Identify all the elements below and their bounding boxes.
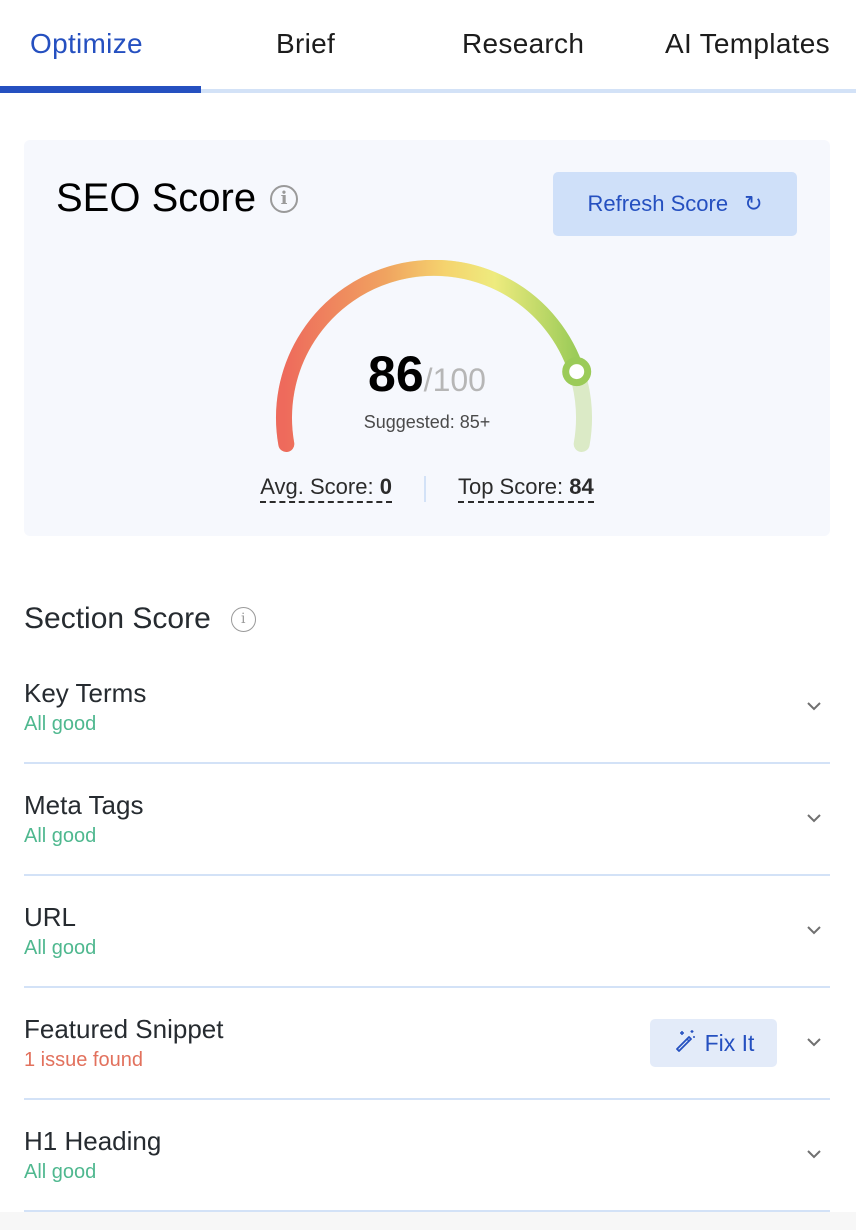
seo-score-card: SEO Score i Refresh Score ↻ 86/100 Sugge… <box>24 140 830 536</box>
section-name: H1 Heading <box>24 1126 162 1156</box>
stats-divider <box>423 475 426 502</box>
section-name: Meta Tags <box>24 790 144 820</box>
section-score-title: Section Score <box>24 602 211 635</box>
section-row-meta-tags[interactable]: Meta Tags All good <box>24 764 830 876</box>
info-icon[interactable]: i <box>230 606 256 632</box>
section-score-list: Key Terms All good Meta Tags All good UR… <box>24 652 830 1212</box>
section-status: All good <box>24 1161 97 1183</box>
refresh-score-button[interactable]: Refresh Score ↻ <box>553 172 797 236</box>
avg-score[interactable]: Avg. Score: 0 <box>260 474 392 503</box>
chevron-down-icon[interactable] <box>804 1032 824 1052</box>
score-value: 86 <box>368 346 424 402</box>
score-max: /100 <box>423 362 486 398</box>
magic-wand-icon <box>673 1028 697 1058</box>
refresh-icon: ↻ <box>744 191 763 217</box>
fix-it-label: Fix It <box>704 1029 755 1056</box>
chevron-down-icon[interactable] <box>804 920 824 940</box>
section-status: All good <box>24 937 97 959</box>
score-stats: Avg. Score: 0 Top Score: 84 <box>24 474 830 503</box>
active-tab-indicator <box>0 86 201 93</box>
section-status: All good <box>24 825 97 847</box>
section-status: 1 issue found <box>24 1049 143 1071</box>
fix-it-button[interactable]: Fix It <box>650 1019 777 1067</box>
tab-brief[interactable]: Brief <box>276 28 335 60</box>
tab-bar: Optimize Brief Research AI Templates <box>0 0 856 94</box>
section-row-url[interactable]: URL All good <box>24 876 830 988</box>
score-display: 86/100 <box>24 345 830 403</box>
chevron-down-icon[interactable] <box>804 808 824 828</box>
section-row-key-terms[interactable]: Key Terms All good <box>24 652 830 764</box>
avg-score-value: 0 <box>379 474 392 499</box>
top-score-label: Top Score: <box>457 474 570 499</box>
tab-ai-templates[interactable]: AI Templates <box>665 28 830 60</box>
chevron-down-icon[interactable] <box>804 1144 824 1164</box>
bottom-edge <box>0 1212 856 1230</box>
refresh-score-label: Refresh Score <box>587 191 729 216</box>
info-icon[interactable]: i <box>270 184 299 213</box>
seo-score-heading: SEO Score i <box>56 176 299 221</box>
section-name: URL <box>24 902 77 932</box>
chevron-down-icon[interactable] <box>804 696 824 716</box>
suggested-score: Suggested: 85+ <box>363 412 491 432</box>
tab-research[interactable]: Research <box>462 28 584 60</box>
avg-score-label: Avg. Score: <box>260 474 380 499</box>
seo-score-title: SEO Score <box>56 176 257 220</box>
section-status: All good <box>24 713 97 735</box>
section-row-featured-snippet[interactable]: Featured Snippet 1 issue found Fix It <box>24 988 830 1100</box>
section-name: Key Terms <box>24 678 147 708</box>
top-score-value: 84 <box>569 474 594 499</box>
tab-optimize[interactable]: Optimize <box>30 28 143 60</box>
section-name: Featured Snippet <box>24 1014 224 1044</box>
top-score[interactable]: Top Score: 84 <box>457 474 594 503</box>
section-row-h1-heading[interactable]: H1 Heading All good <box>24 1100 830 1212</box>
section-score-heading: Section Score i <box>24 602 256 636</box>
